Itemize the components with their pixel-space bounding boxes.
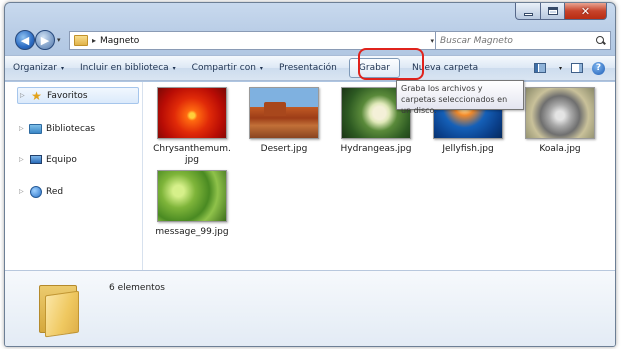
file-name: Desert.jpg: [260, 144, 308, 154]
command-bar: Organizar ▾ Incluir en biblioteca ▾ Comp…: [5, 55, 615, 81]
sidebar-item-label: Equipo: [46, 154, 77, 165]
maximize-icon: [547, 7, 558, 15]
item-count: 6 elementos: [109, 283, 165, 293]
file-list: Chrysanthemum. jpg Desert.jpg Hydrangeas…: [145, 82, 615, 270]
search-input[interactable]: [436, 35, 586, 46]
libraries-icon: [29, 123, 42, 135]
star-icon: ★: [31, 88, 42, 103]
expand-icon[interactable]: ▷: [20, 92, 30, 99]
file-item[interactable]: Desert.jpg: [239, 87, 329, 155]
view-options-dropdown[interactable]: ▾: [559, 65, 562, 72]
slideshow-button[interactable]: Presentación: [271, 58, 345, 78]
change-view-button[interactable]: [533, 62, 547, 74]
close-icon: ✕: [580, 4, 591, 18]
forward-arrow-icon: ▶: [40, 33, 50, 47]
preview-pane-icon: [571, 63, 583, 73]
minimize-button[interactable]: [515, 3, 541, 20]
back-button[interactable]: ◀: [15, 30, 35, 50]
file-name: Hydrangeas.jpg: [340, 144, 412, 154]
search-icon[interactable]: [596, 35, 606, 46]
sidebar-item-label: Bibliotecas: [46, 123, 96, 134]
file-item[interactable]: Koala.jpg: [515, 87, 605, 155]
preview-pane-button[interactable]: [570, 62, 584, 74]
file-name: Chrysanthemum. jpg: [153, 144, 231, 165]
explorer-window: ✕ ◀ ▶ ▾ ▸ Magneto ▾ Organizar ▾ Incluir …: [4, 2, 616, 347]
minimize-icon: [523, 12, 533, 16]
chevron-down-icon: ▾: [259, 64, 263, 72]
forward-button[interactable]: ▶: [35, 30, 55, 50]
organize-label: Organizar: [13, 63, 57, 73]
expand-icon[interactable]: ▷: [19, 125, 29, 132]
sidebar-item-label: Favoritos: [47, 90, 88, 101]
burn-tooltip: Graba los archivos y carpetas selecciona…: [396, 80, 524, 115]
recent-pages-dropdown[interactable]: ▾: [57, 36, 61, 44]
file-name: message_99.jpg: [155, 227, 229, 237]
expand-icon[interactable]: ▷: [19, 188, 29, 195]
folder-large-icon: [37, 277, 89, 339]
toolbar-right-group: ▾ ?: [533, 61, 615, 75]
highlight-circle: [358, 48, 424, 80]
caption-buttons: ✕: [515, 3, 607, 20]
expand-icon[interactable]: ▷: [19, 156, 29, 163]
include-label: Incluir en biblioteca: [80, 63, 169, 73]
help-icon[interactable]: ?: [592, 61, 605, 75]
sidebar-item-computer[interactable]: ▷ Equipo: [19, 151, 77, 168]
back-arrow-icon: ◀: [20, 33, 30, 47]
sidebar-item-libraries[interactable]: ▷ Bibliotecas: [19, 120, 95, 137]
image-thumbnail: [157, 170, 227, 222]
close-button[interactable]: ✕: [565, 3, 607, 20]
sidebar-item-label: Red: [46, 186, 64, 197]
file-name: Koala.jpg: [539, 144, 581, 154]
sidebar-item-favorites[interactable]: ▷ ★ Favoritos: [17, 87, 139, 104]
share-with-menu[interactable]: Compartir con ▾: [184, 58, 271, 78]
sidebar-item-network[interactable]: ▷ Red: [19, 183, 63, 200]
image-thumbnail: [157, 87, 227, 139]
include-in-library-menu[interactable]: Incluir en biblioteca ▾: [72, 58, 184, 78]
details-pane: 6 elementos: [5, 270, 615, 346]
breadcrumb-separator-icon[interactable]: ▸: [92, 36, 96, 45]
search-box[interactable]: [435, 31, 611, 50]
computer-icon: [29, 154, 42, 166]
chevron-down-icon: ▾: [61, 64, 65, 72]
breadcrumb-current[interactable]: Magneto: [100, 36, 139, 46]
maximize-button[interactable]: [541, 3, 565, 20]
content-area: ▷ ★ Favoritos ▷ Bibliotecas ▷ Equipo ▷ R…: [5, 82, 615, 270]
view-icon: [533, 63, 546, 73]
file-name: Jellyfish.jpg: [442, 144, 494, 154]
file-item[interactable]: message_99.jpg: [147, 170, 237, 238]
navigation-pane: ▷ ★ Favoritos ▷ Bibliotecas ▷ Equipo ▷ R…: [5, 82, 143, 270]
chevron-down-icon: ▾: [172, 64, 176, 72]
file-item[interactable]: Chrysanthemum. jpg: [147, 87, 237, 166]
image-thumbnail: [249, 87, 319, 139]
image-thumbnail: [525, 87, 595, 139]
share-label: Compartir con: [191, 63, 256, 73]
network-icon: [29, 185, 42, 198]
folder-icon: [74, 35, 88, 46]
navigation-bar: ◀ ▶ ▾ ▸ Magneto ▾: [5, 27, 615, 53]
organize-menu[interactable]: Organizar ▾: [5, 58, 72, 78]
